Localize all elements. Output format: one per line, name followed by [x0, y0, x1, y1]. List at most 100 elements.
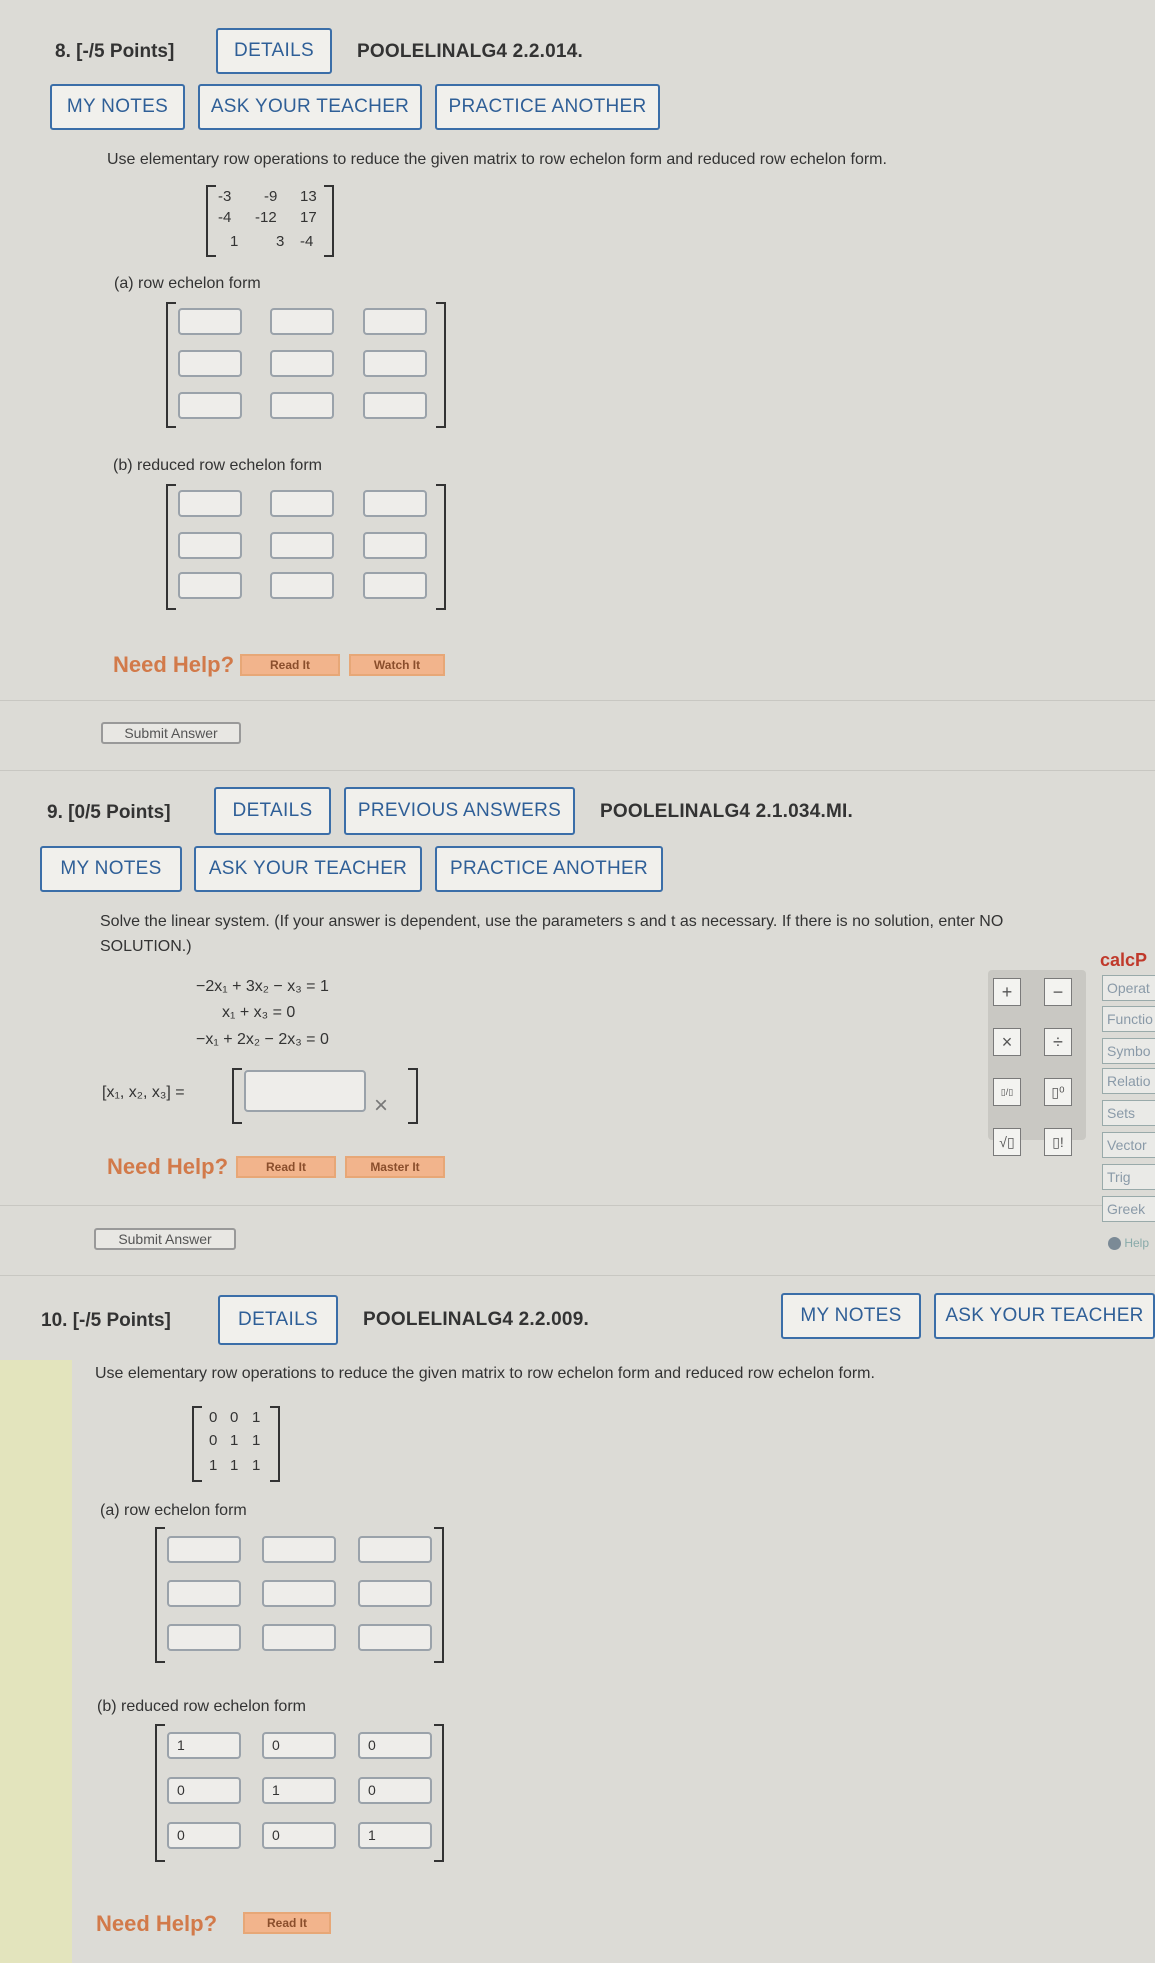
- q8b-cell-2-2[interactable]: [363, 572, 427, 599]
- q10a-cell-0-1[interactable]: [262, 1536, 336, 1563]
- q10a-cell-2-0[interactable]: [167, 1624, 241, 1651]
- q8b-cell-1-0[interactable]: [178, 532, 242, 559]
- q10b-cell-1-1[interactable]: 1: [262, 1777, 336, 1804]
- q9-my-notes-button[interactable]: MY NOTES: [40, 846, 182, 892]
- palette-tab-sets[interactable]: Sets: [1102, 1100, 1155, 1126]
- q9-master-it-button[interactable]: Master It: [345, 1156, 445, 1178]
- q10b-cell-2-1[interactable]: 0: [262, 1822, 336, 1849]
- calcpad-help-label: Help: [1124, 1236, 1150, 1250]
- q9-equation-1: −2x₁ + 3x₂ − x₃ = 1: [196, 978, 329, 995]
- q10a-cell-1-0[interactable]: [167, 1580, 241, 1607]
- q10a-cell-1-1[interactable]: [262, 1580, 336, 1607]
- q8a-cell-2-1[interactable]: [270, 392, 334, 419]
- times-key[interactable]: ×: [993, 1028, 1021, 1056]
- q10-my-notes-button[interactable]: MY NOTES: [781, 1293, 921, 1339]
- q8-ask-teacher-button[interactable]: ASK YOUR TEACHER: [198, 84, 422, 130]
- q8-part-a-label: (a) row echelon form: [114, 275, 261, 292]
- q10a-cell-1-2[interactable]: [358, 1580, 432, 1607]
- q10a-cell-2-1[interactable]: [262, 1624, 336, 1651]
- palette-tab-vector[interactable]: Vector: [1102, 1132, 1155, 1158]
- q8b-cell-0-0[interactable]: [178, 490, 242, 517]
- divide-key[interactable]: ÷: [1044, 1028, 1072, 1056]
- q8-m-0-1: -9: [264, 188, 278, 205]
- q10-part-a-label: (a) row echelon form: [100, 1502, 247, 1519]
- q8b-cell-1-2[interactable]: [363, 532, 427, 559]
- power-key[interactable]: ▯⁰: [1044, 1078, 1072, 1106]
- q8b-cell-0-1[interactable]: [270, 490, 334, 517]
- q8a-cell-2-0[interactable]: [178, 392, 242, 419]
- q8b-cell-2-1[interactable]: [270, 572, 334, 599]
- q9-submit-button[interactable]: Submit Answer: [94, 1228, 236, 1250]
- q8b-cell-2-0[interactable]: [178, 572, 242, 599]
- q10b-cell-1-2[interactable]: 0: [358, 1777, 432, 1804]
- q10-m-0-2: 1: [252, 1409, 261, 1426]
- q8-submit-button[interactable]: Submit Answer: [101, 722, 241, 744]
- q10b-cell-2-2[interactable]: 1: [358, 1822, 432, 1849]
- fraction-key[interactable]: ▯/▯: [993, 1078, 1021, 1106]
- q8-watch-it-button[interactable]: Watch It: [349, 654, 445, 676]
- minus-key[interactable]: −: [1044, 978, 1072, 1006]
- q8b-cell-1-1[interactable]: [270, 532, 334, 559]
- q9-prompt-line1: Solve the linear system. (If your answer…: [100, 913, 1004, 930]
- q9-answer-label: [x₁, x₂, x₃] =: [102, 1084, 185, 1101]
- q10a-cell-0-2[interactable]: [358, 1536, 432, 1563]
- q10b-cell-0-0[interactable]: 1: [167, 1732, 241, 1759]
- q9-need-help: Need Help?: [107, 1154, 229, 1179]
- palette-tab-relations[interactable]: Relatio: [1102, 1068, 1155, 1094]
- q10-m-1-2: 1: [252, 1432, 261, 1449]
- q8a-cell-0-2[interactable]: [363, 308, 427, 335]
- q10-details-button[interactable]: DETAILS: [218, 1295, 338, 1345]
- q8-m-2-1: 3: [276, 233, 285, 250]
- q8-practice-another-button[interactable]: PRACTICE ANOTHER: [435, 84, 660, 130]
- q8a-cell-1-1[interactable]: [270, 350, 334, 377]
- q8-read-it-button[interactable]: Read It: [240, 654, 340, 676]
- q10a-cell-2-2[interactable]: [358, 1624, 432, 1651]
- q10-m-2-1: 1: [230, 1457, 239, 1474]
- q8-problem-code: POOLELINALG4 2.2.014.: [357, 41, 583, 62]
- q10b-cell-1-0[interactable]: 0: [167, 1777, 241, 1804]
- q10-m-2-0: 1: [209, 1457, 218, 1474]
- calcpad-help-link[interactable]: Help: [1108, 1236, 1150, 1251]
- q8-part-b-label: (b) reduced row echelon form: [113, 457, 322, 474]
- q8-details-button[interactable]: DETAILS: [216, 28, 332, 74]
- q8-header: 8. [-/5 Points]: [55, 41, 175, 62]
- q8a-cell-0-1[interactable]: [270, 308, 334, 335]
- q8a-cell-0-0[interactable]: [178, 308, 242, 335]
- q10-m-1-0: 0: [209, 1432, 218, 1449]
- q9-incorrect-icon: ×: [374, 1092, 389, 1119]
- palette-tab-greek[interactable]: Greek: [1102, 1196, 1155, 1222]
- q8-my-notes-button[interactable]: MY NOTES: [50, 84, 185, 130]
- palette-tab-trig[interactable]: Trig: [1102, 1164, 1155, 1190]
- q9-header: 9. [0/5 Points]: [47, 802, 171, 823]
- palette-tab-functions[interactable]: Functio: [1102, 1006, 1155, 1032]
- q8a-cell-1-2[interactable]: [363, 350, 427, 377]
- q8-m-1-0: -4: [218, 209, 232, 226]
- q9-read-it-button[interactable]: Read It: [236, 1156, 336, 1178]
- q8-m-2-0: 1: [230, 233, 239, 250]
- q10a-cell-0-0[interactable]: [167, 1536, 241, 1563]
- q10-prompt: Use elementary row operations to reduce …: [95, 1365, 875, 1382]
- q9-answer-input[interactable]: [244, 1070, 366, 1112]
- q10b-cell-0-1[interactable]: 0: [262, 1732, 336, 1759]
- calcpad-title: calcP: [1100, 950, 1148, 970]
- q10-header: 10. [-/5 Points]: [41, 1310, 171, 1331]
- q8-m-1-2: 17: [300, 209, 317, 226]
- q9-previous-answers-button[interactable]: PREVIOUS ANSWERS: [344, 787, 575, 835]
- q10-m-2-2: 1: [252, 1457, 261, 1474]
- q10-ask-teacher-button[interactable]: ASK YOUR TEACHER: [934, 1293, 1155, 1339]
- q8a-cell-1-0[interactable]: [178, 350, 242, 377]
- q9-ask-teacher-button[interactable]: ASK YOUR TEACHER: [194, 846, 422, 892]
- q8a-cell-2-2[interactable]: [363, 392, 427, 419]
- q10b-cell-0-2[interactable]: 0: [358, 1732, 432, 1759]
- q8b-cell-0-2[interactable]: [363, 490, 427, 517]
- palette-tab-operations[interactable]: Operat: [1102, 975, 1155, 1001]
- q9-practice-another-button[interactable]: PRACTICE ANOTHER: [435, 846, 663, 892]
- q9-details-button[interactable]: DETAILS: [214, 787, 331, 835]
- palette-tab-symbols[interactable]: Symbo: [1102, 1038, 1155, 1064]
- sqrt-key[interactable]: √▯: [993, 1128, 1021, 1156]
- q10-read-it-button[interactable]: Read It: [243, 1912, 331, 1934]
- factorial-key[interactable]: ▯!: [1044, 1128, 1072, 1156]
- plus-key[interactable]: +: [993, 978, 1021, 1006]
- q9-problem-code: POOLELINALG4 2.1.034.MI.: [600, 801, 853, 822]
- q10b-cell-2-0[interactable]: 0: [167, 1822, 241, 1849]
